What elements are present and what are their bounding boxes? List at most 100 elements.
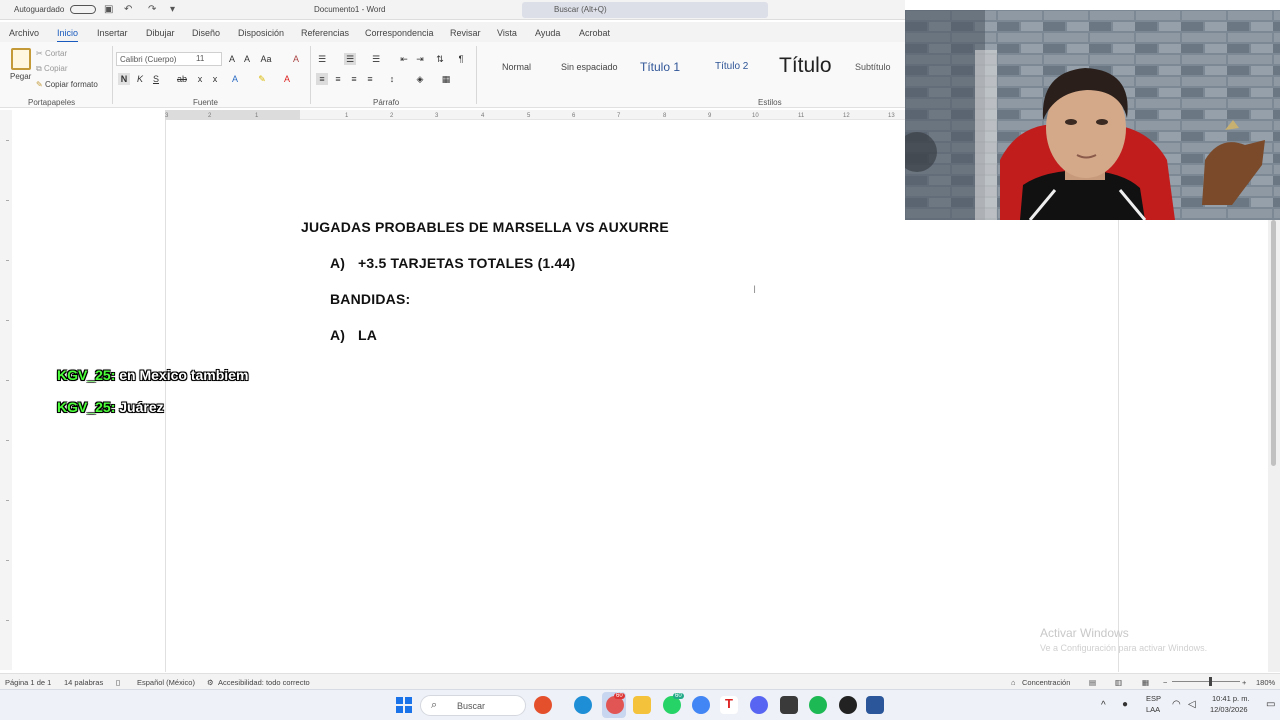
- tab-correspondencia[interactable]: Correspondencia: [365, 28, 434, 38]
- focus-mode-button[interactable]: Concentración: [1022, 678, 1070, 687]
- accessibility-status[interactable]: Accesibilidad: todo correcto: [218, 678, 310, 687]
- highlight-icon[interactable]: ✎: [256, 73, 268, 85]
- language-indicator[interactable]: Español (México): [137, 678, 195, 687]
- calculator-icon[interactable]: [780, 696, 798, 714]
- style-no-spacing[interactable]: Sin espaciado: [561, 62, 618, 96]
- tab-dibujar[interactable]: Dibujar: [146, 28, 175, 38]
- tab-disposicion[interactable]: Disposición: [238, 28, 284, 38]
- tab-archivo[interactable]: Archivo: [9, 28, 39, 38]
- clear-format-icon[interactable]: A: [290, 53, 302, 65]
- autosave-toggle[interactable]: [70, 5, 96, 14]
- clipboard-icon[interactable]: [11, 48, 31, 70]
- zoom-in-icon[interactable]: +: [1242, 678, 1246, 687]
- clock-time[interactable]: 10:41 p. m.: [1212, 694, 1250, 703]
- discord-icon[interactable]: [750, 696, 768, 714]
- read-mode-icon[interactable]: ▤: [1089, 678, 1096, 687]
- numbering-icon[interactable]: ☰: [344, 53, 356, 65]
- cut-button[interactable]: ✂ Cortar: [36, 49, 67, 58]
- search-box[interactable]: Buscar (Alt+Q): [522, 2, 768, 18]
- word-icon[interactable]: [866, 696, 884, 714]
- align-left-icon[interactable]: ≡: [316, 73, 328, 85]
- section-label[interactable]: BANDIDAS:: [330, 291, 410, 307]
- subscript-icon[interactable]: x: [194, 73, 206, 85]
- typing-app-icon[interactable]: T: [720, 696, 738, 714]
- font-size-select[interactable]: 11: [193, 52, 221, 66]
- page-count[interactable]: Página 1 de 1: [5, 678, 51, 687]
- microphone-icon[interactable]: ●: [1122, 699, 1128, 710]
- strikethrough-icon[interactable]: ab: [176, 73, 188, 85]
- list-item-text[interactable]: LA: [358, 327, 377, 343]
- wifi-icon[interactable]: ◠: [1172, 699, 1181, 710]
- chevron-up-icon[interactable]: ^: [1101, 700, 1106, 711]
- font-color-icon[interactable]: A: [281, 73, 293, 85]
- copy-button[interactable]: ⧉ Copiar: [36, 64, 68, 74]
- justify-icon[interactable]: ≡: [364, 73, 376, 85]
- zoom-slider[interactable]: [1172, 681, 1240, 682]
- multilevel-list-icon[interactable]: ☰: [370, 53, 382, 65]
- shading-icon[interactable]: ◈: [414, 73, 426, 85]
- align-right-icon[interactable]: ≡: [348, 73, 360, 85]
- taskbar-search[interactable]: ⌕ Buscar: [420, 695, 526, 716]
- save-icon[interactable]: ▣: [104, 4, 113, 15]
- language-bottom[interactable]: LAA: [1146, 705, 1160, 714]
- search-input[interactable]: Buscar (Alt+Q): [554, 5, 607, 14]
- tab-ayuda[interactable]: Ayuda: [535, 28, 560, 38]
- style-heading2[interactable]: Título 2: [715, 61, 748, 95]
- print-layout-icon[interactable]: ▥: [1115, 678, 1122, 687]
- tab-insertar[interactable]: Insertar: [97, 28, 128, 38]
- style-normal[interactable]: Normal: [502, 62, 531, 96]
- italic-button[interactable]: K: [134, 73, 146, 85]
- tab-revisar[interactable]: Revisar: [450, 28, 481, 38]
- bold-button[interactable]: N: [118, 73, 130, 85]
- align-center-icon[interactable]: ≡: [332, 73, 344, 85]
- undo-icon[interactable]: ↶: [124, 4, 132, 15]
- line-spacing-icon[interactable]: ↕: [386, 73, 398, 85]
- horizontal-ruler[interactable]: 3 2 1 1 2 3 4 5 6 7 8 9 10 11 12 13: [165, 110, 905, 120]
- tab-referencias[interactable]: Referencias: [301, 28, 349, 38]
- tab-vista[interactable]: Vista: [497, 28, 517, 38]
- decrease-indent-icon[interactable]: ⇤: [398, 53, 410, 65]
- windows-start-icon[interactable]: [396, 697, 412, 713]
- format-painter-button[interactable]: ✎ Copiar formato: [36, 80, 98, 89]
- proofing-icon[interactable]: ▯: [116, 678, 120, 687]
- document-heading[interactable]: JUGADAS PROBABLES DE MARSELLA VS AUXURRE: [301, 219, 669, 235]
- volume-icon[interactable]: ◁: [1188, 699, 1196, 710]
- style-heading1[interactable]: Título 1: [640, 60, 680, 94]
- shrink-font-icon[interactable]: A: [241, 53, 253, 65]
- bullets-icon[interactable]: ☰: [316, 53, 328, 65]
- tab-diseno[interactable]: Diseño: [192, 28, 220, 38]
- tab-inicio[interactable]: Inicio: [57, 28, 79, 43]
- paste-button[interactable]: Pegar: [10, 72, 31, 81]
- customize-qat-icon[interactable]: ▾: [170, 4, 175, 15]
- web-layout-icon[interactable]: ▦: [1142, 678, 1149, 687]
- word-count[interactable]: 14 palabras: [64, 678, 103, 687]
- superscript-icon[interactable]: x: [209, 73, 221, 85]
- chrome-icon[interactable]: [692, 696, 710, 714]
- games-app-icon[interactable]: [534, 696, 552, 714]
- style-title[interactable]: Título: [779, 54, 832, 88]
- text-effects-icon[interactable]: A: [229, 73, 241, 85]
- sort-icon[interactable]: ⇅: [434, 53, 446, 65]
- zoom-slider-handle[interactable]: [1209, 677, 1212, 686]
- notifications-icon[interactable]: ▭: [1266, 699, 1275, 710]
- redo-icon[interactable]: ↷: [148, 4, 156, 15]
- file-explorer-icon[interactable]: [633, 696, 651, 714]
- edge-icon[interactable]: [574, 696, 592, 714]
- underline-button[interactable]: S: [150, 73, 162, 85]
- zoom-level[interactable]: 180%: [1256, 678, 1275, 687]
- borders-icon[interactable]: ▦: [440, 73, 452, 85]
- language-top[interactable]: ESP: [1146, 694, 1161, 703]
- change-case-icon[interactable]: Aa: [260, 53, 272, 65]
- grow-font-icon[interactable]: A: [226, 53, 238, 65]
- list-item-text[interactable]: +3.5 TARJETAS TOTALES (1.44): [358, 255, 575, 271]
- spotify-icon[interactable]: [809, 696, 827, 714]
- scrollbar-thumb[interactable]: [1271, 220, 1276, 466]
- app-icon[interactable]: [839, 696, 857, 714]
- clock-date[interactable]: 12/03/2026: [1210, 705, 1248, 714]
- show-marks-icon[interactable]: ¶: [455, 53, 467, 65]
- style-subtitle[interactable]: Subtítulo: [855, 62, 891, 96]
- tab-acrobat[interactable]: Acrobat: [579, 28, 610, 38]
- zoom-out-icon[interactable]: −: [1163, 678, 1167, 687]
- increase-indent-icon[interactable]: ⇥: [414, 53, 426, 65]
- vertical-ruler[interactable]: [0, 110, 12, 670]
